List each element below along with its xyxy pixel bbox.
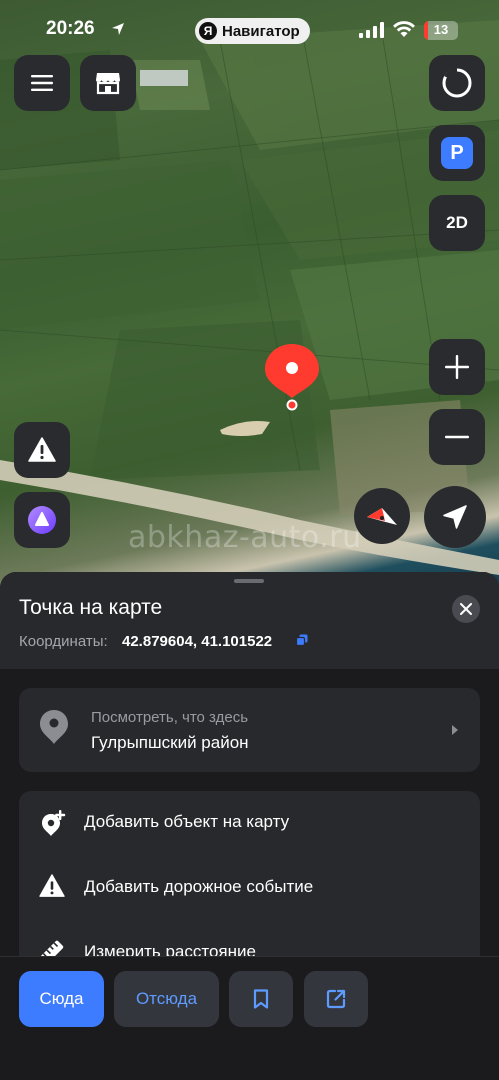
route-to-here-button[interactable]: Сюда [19, 971, 104, 1027]
location-pin-icon [40, 710, 68, 744]
sheet-header: Точка на карте Координаты: 42.879604, 41… [0, 572, 499, 669]
add-road-event-label: Добавить дорожное событие [84, 877, 314, 896]
road-event-button[interactable] [14, 422, 70, 478]
parking-icon: P [441, 137, 473, 169]
alice-icon [28, 506, 56, 534]
cellular-signal-icon [359, 22, 384, 38]
view-mode-button[interactable]: 2D [429, 195, 485, 251]
share-button[interactable] [304, 971, 368, 1027]
compass-button[interactable] [354, 488, 410, 544]
share-icon [326, 989, 346, 1009]
add-place-label: Добавить объект на карту [84, 812, 290, 831]
yandex-logo-icon: Я [199, 22, 217, 40]
coords-label: Координаты: [19, 633, 108, 650]
coords-value[interactable]: 42.879604, 41.101522 [122, 633, 272, 650]
status-bar: 20:26 Я Навигатор 13 [0, 14, 499, 46]
places-button[interactable] [80, 55, 136, 111]
wifi-icon [393, 21, 415, 37]
map-pin-icon [265, 344, 319, 411]
watermark: abkhaz-auto.ru [128, 520, 362, 555]
close-button[interactable] [452, 595, 480, 623]
sheet-grabber[interactable] [234, 579, 264, 583]
layers-ring-icon [442, 68, 472, 98]
copy-icon[interactable] [296, 634, 308, 646]
close-icon [460, 603, 472, 615]
bookmark-icon [253, 989, 269, 1009]
chevron-right-icon [452, 725, 458, 735]
whats-here-name: Гулрыпшский район [91, 733, 249, 752]
plus-icon [445, 355, 469, 379]
warning-icon [28, 437, 56, 462]
storefront-icon [96, 73, 120, 95]
add-road-event-action[interactable]: Добавить дорожное событие [19, 856, 480, 920]
add-place-action[interactable]: Добавить объект на карту [19, 791, 480, 855]
zoom-out-button[interactable] [429, 409, 485, 465]
parking-button[interactable]: P [429, 125, 485, 181]
minus-icon [445, 435, 469, 439]
warning-icon [39, 874, 65, 897]
whats-here-card[interactable]: Посмотреть, что здесь Гулрыпшский район [19, 688, 480, 772]
view-mode-label: 2D [446, 213, 468, 232]
battery-percent: 13 [433, 22, 449, 37]
hamburger-icon [31, 75, 53, 91]
zoom-in-button[interactable] [429, 339, 485, 395]
place-title: Точка на карте [19, 596, 163, 619]
bottom-action-bar: Сюда Отсюда [0, 956, 499, 1080]
back-to-app-pill[interactable]: Я Навигатор [195, 18, 310, 44]
menu-button[interactable] [14, 55, 70, 111]
app-name: Навигатор [222, 22, 300, 40]
compass-icon [367, 508, 397, 525]
alice-assistant-button[interactable] [14, 492, 70, 548]
add-place-icon [42, 810, 66, 836]
route-from-here-button[interactable]: Отсюда [114, 971, 219, 1027]
layers-button[interactable] [429, 55, 485, 111]
battery-indicator: 13 [424, 21, 458, 40]
navigation-arrow-icon [443, 505, 467, 529]
whats-here-subtitle: Посмотреть, что здесь [91, 709, 249, 726]
location-arrow-icon [112, 23, 124, 35]
status-time: 20:26 [46, 18, 95, 39]
bookmark-button[interactable] [229, 971, 293, 1027]
my-location-button[interactable] [424, 486, 486, 548]
